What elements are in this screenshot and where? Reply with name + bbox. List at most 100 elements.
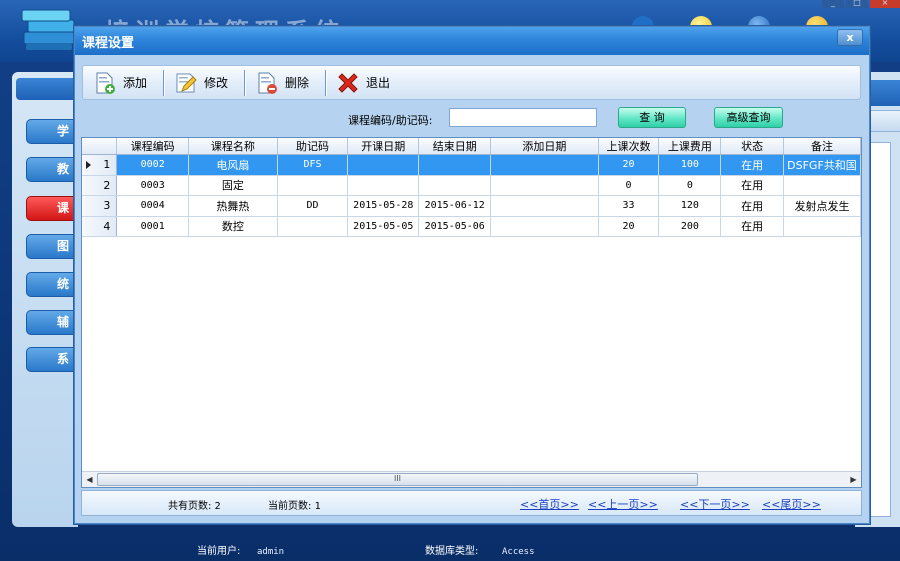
advanced-query-button[interactable]: 高级查询: [714, 107, 783, 128]
cell-code[interactable]: 0004: [116, 195, 190, 217]
cell-status[interactable]: 在用: [720, 216, 784, 237]
maximize-button[interactable]: □: [846, 0, 868, 8]
row-index: 1: [103, 158, 111, 172]
sidebar-item[interactable]: 教: [26, 157, 78, 182]
cell-added[interactable]: [490, 175, 599, 196]
cell-fee[interactable]: 0: [658, 175, 722, 196]
cell-mnemonic[interactable]: DD: [277, 195, 349, 217]
cell-start[interactable]: [347, 175, 420, 196]
edit-button[interactable]: 修改: [172, 68, 236, 98]
current-row-arrow-icon: [86, 161, 91, 169]
column-header[interactable]: 添加日期: [490, 138, 599, 155]
scroll-right-icon[interactable]: ▶: [846, 472, 861, 487]
cell-note[interactable]: [783, 175, 861, 196]
cell-mnemonic[interactable]: [277, 216, 349, 237]
table-row[interactable]: 1 0002 电风扇 DFS 20 100 在用 DSFGF共和国: [82, 154, 861, 176]
cell-added[interactable]: [490, 195, 599, 217]
cell-status[interactable]: 在用: [720, 195, 784, 217]
cell-fee[interactable]: 100: [658, 154, 722, 176]
cell-code[interactable]: 0003: [116, 175, 190, 196]
last-page-link[interactable]: <<尾页>>: [762, 496, 821, 512]
search-input[interactable]: [449, 108, 597, 127]
row-index: 3: [103, 199, 111, 213]
scroll-left-icon[interactable]: ◀: [82, 472, 97, 487]
exit-button[interactable]: 退出: [334, 68, 398, 98]
cell-fee[interactable]: 120: [658, 195, 722, 217]
column-header[interactable]: 上课费用: [658, 138, 722, 155]
cell-name[interactable]: 电风扇: [188, 154, 278, 176]
column-header[interactable]: 结束日期: [418, 138, 492, 155]
sidebar-header: [16, 78, 78, 100]
column-header[interactable]: 课程名称: [188, 138, 278, 155]
sidebar-item[interactable]: 图: [26, 234, 78, 259]
cell-mnemonic[interactable]: DFS: [277, 154, 349, 176]
add-document-icon: [96, 72, 115, 94]
add-label: 添加: [123, 76, 148, 90]
cell-note[interactable]: DSFGF共和国: [783, 154, 861, 176]
cell-times[interactable]: 33: [598, 195, 660, 217]
cell-end[interactable]: 2015-05-06: [418, 216, 492, 237]
status-bar: 当前用户: admin 数据库类型: Access: [180, 543, 900, 561]
total-pages-label: 共有页数:: [168, 501, 212, 512]
add-button[interactable]: 添加: [91, 68, 155, 98]
minimize-button[interactable]: _: [822, 0, 844, 8]
dialog-close-button[interactable]: x: [837, 29, 863, 46]
cell-fee[interactable]: 200: [658, 216, 722, 237]
cell-end[interactable]: 2015-06-12: [418, 195, 492, 217]
prev-page-link[interactable]: <<上一页>>: [588, 496, 658, 512]
row-header[interactable]: 1: [82, 154, 118, 176]
sidebar-item[interactable]: 系: [26, 347, 78, 372]
cell-note[interactable]: 发射点发生: [783, 195, 861, 217]
query-button[interactable]: 查 询: [618, 107, 686, 128]
cell-note[interactable]: [783, 216, 861, 237]
cell-name[interactable]: 热舞热: [188, 195, 278, 217]
cell-times[interactable]: 20: [598, 216, 660, 237]
table-row[interactable]: 4 0001 数控 2015-05-05 2015-05-06 20 200 在用: [82, 216, 861, 237]
search-label: 课程编码/助记码:: [348, 114, 433, 127]
cell-times[interactable]: 0: [598, 175, 660, 196]
sidebar-item[interactable]: 课: [26, 196, 78, 221]
current-page-value: 1: [314, 501, 321, 512]
cell-end[interactable]: [418, 175, 492, 196]
column-header[interactable]: 开课日期: [347, 138, 420, 155]
cell-mnemonic[interactable]: [277, 175, 349, 196]
window-close-button[interactable]: ×: [870, 0, 900, 8]
row-header[interactable]: 2: [82, 175, 118, 196]
row-header[interactable]: 4: [82, 216, 118, 237]
row-header[interactable]: 3: [82, 195, 118, 217]
cell-status[interactable]: 在用: [720, 175, 784, 196]
column-header[interactable]: 备注: [783, 138, 861, 155]
scroll-thumb[interactable]: III: [97, 473, 698, 486]
cell-status[interactable]: 在用: [720, 154, 784, 176]
table-row[interactable]: 3 0004 热舞热 DD 2015-05-28 2015-06-12 33 120 在用 发射点…: [82, 195, 861, 217]
next-page-link[interactable]: <<下一页>>: [680, 496, 750, 512]
delete-button[interactable]: 删除: [253, 68, 317, 98]
dialog-titlebar[interactable]: 课程设置 x: [75, 27, 869, 55]
cell-start[interactable]: [347, 154, 420, 176]
sidebar-item[interactable]: 辅: [26, 310, 78, 335]
sidebar-item[interactable]: 统: [26, 272, 78, 297]
first-page-link[interactable]: <<首页>>: [520, 496, 579, 512]
horizontal-scrollbar[interactable]: ◀ III ▶: [82, 471, 861, 487]
cell-code[interactable]: 0002: [116, 154, 190, 176]
column-header[interactable]: 助记码: [277, 138, 349, 155]
row-index: 2: [103, 178, 111, 192]
column-header[interactable]: 上课次数: [598, 138, 660, 155]
cell-name[interactable]: 数控: [188, 216, 278, 237]
toolbar-separator: [163, 69, 165, 96]
search-bar: 课程编码/助记码: 查 询 高级查询: [75, 107, 869, 133]
cell-start[interactable]: 2015-05-28: [347, 195, 420, 217]
current-page-label: 当前页数:: [268, 501, 312, 512]
cell-end[interactable]: [418, 154, 492, 176]
cell-start[interactable]: 2015-05-05: [347, 216, 420, 237]
table-row[interactable]: 2 0003 固定 0 0 在用: [82, 175, 861, 196]
cell-name[interactable]: 固定: [188, 175, 278, 196]
column-header[interactable]: 状态: [720, 138, 784, 155]
column-header[interactable]: 课程编码: [116, 138, 190, 155]
cell-added[interactable]: [490, 216, 599, 237]
cell-times[interactable]: 20: [598, 154, 660, 176]
sidebar-item[interactable]: 学: [26, 119, 78, 144]
cell-added[interactable]: [490, 154, 599, 176]
cell-code[interactable]: 0001: [116, 216, 190, 237]
course-grid[interactable]: 课程编码 课程名称 助记码 开课日期 结束日期 添加日期 上课次数 上课费用 状…: [81, 137, 862, 488]
